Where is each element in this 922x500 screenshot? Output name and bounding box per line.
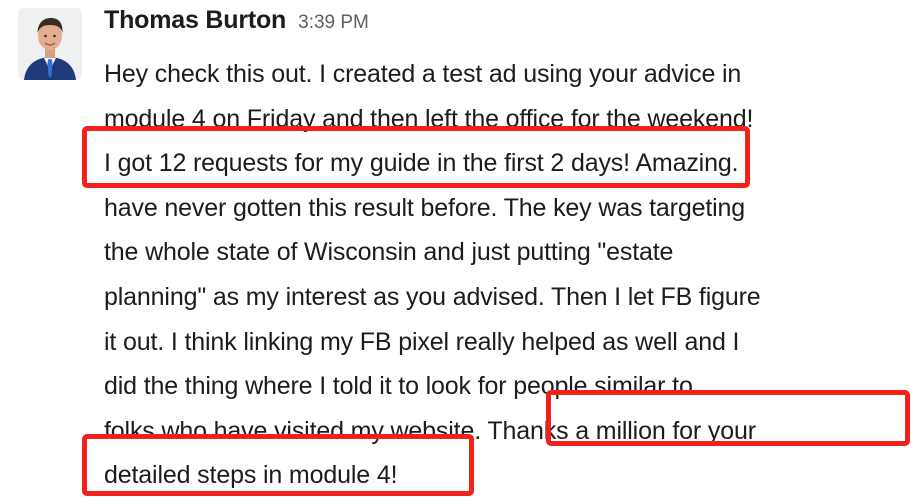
message-body: Hey check this out. I created a test ad … bbox=[104, 52, 904, 498]
author-avatar[interactable] bbox=[18, 8, 82, 80]
message-line: it out. I think linking my FB pixel real… bbox=[104, 327, 740, 356]
message-line: have never gotten this result before. Th… bbox=[104, 193, 746, 222]
message-line: module 4 on Friday and then left the off… bbox=[104, 104, 754, 133]
message-line: I got 12 requests for my guide in the fi… bbox=[104, 149, 752, 178]
message-line: Hey check this out. I created a test ad … bbox=[104, 60, 742, 88]
message-line: planning" as my interest as you advised.… bbox=[104, 282, 761, 311]
message-header: Thomas Burton 3:39 PM bbox=[104, 6, 369, 35]
message-line: folks who have visited my website. Thank… bbox=[104, 416, 756, 445]
message-line: the whole state of Wisconsin and just pu… bbox=[104, 238, 674, 267]
chat-message: Thomas Burton 3:39 PM Hey check this out.… bbox=[0, 0, 922, 500]
message-line: did the thing where I told it to look fo… bbox=[104, 372, 693, 401]
user-avatar-icon bbox=[18, 8, 82, 80]
message-timestamp[interactable]: 3:39 PM bbox=[298, 12, 369, 33]
author-name[interactable]: Thomas Burton bbox=[104, 6, 286, 34]
message-line: detailed steps in module 4! bbox=[104, 461, 398, 490]
